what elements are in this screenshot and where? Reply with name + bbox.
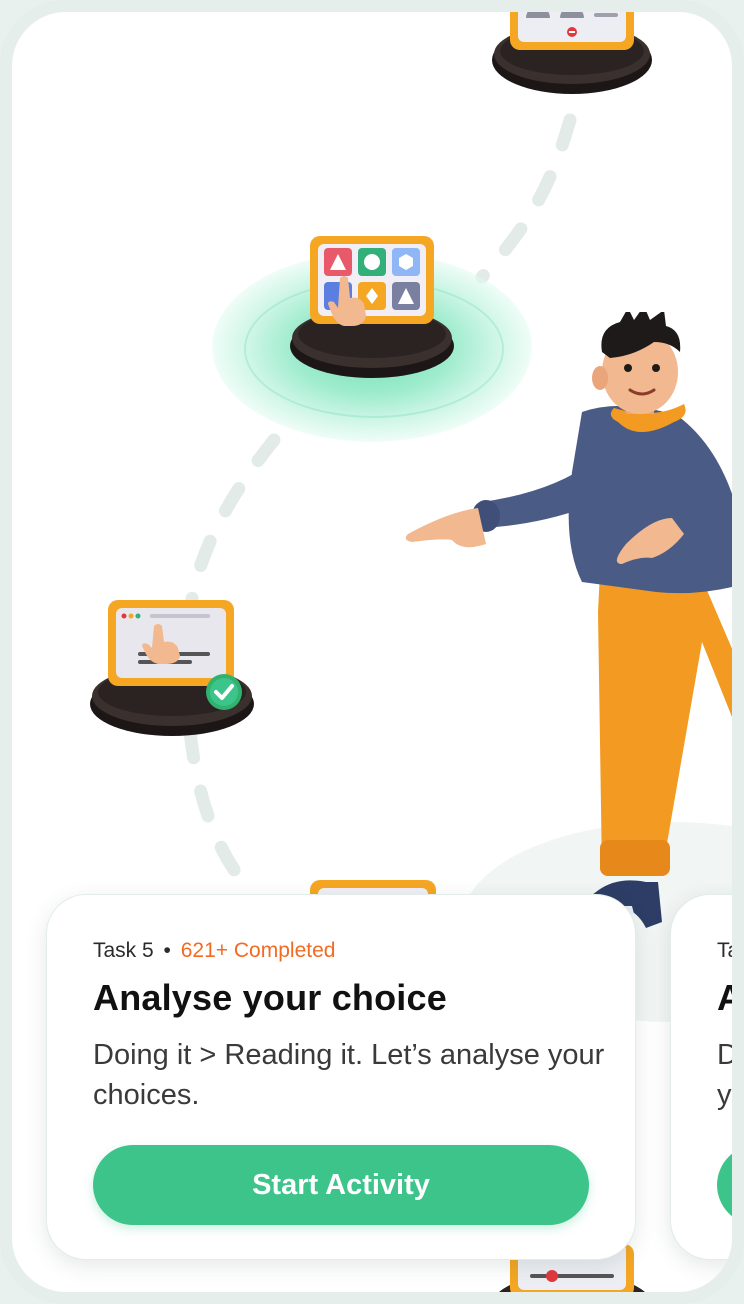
meta-separator: • — [163, 939, 171, 962]
task-description: Doing it > Reading it. Let’s analyse you… — [93, 1039, 605, 1111]
next-task-card[interactable]: Ta A D y — [670, 894, 732, 1260]
waving-guide-character — [382, 306, 732, 952]
phone-frame: Task 5 • 621+ Completed Analyse your cho… — [0, 0, 744, 1304]
task-meta: Task 5 • 621+ Completed — [93, 939, 335, 963]
screen: Task 5 • 621+ Completed Analyse your cho… — [12, 12, 732, 1292]
character-illustration — [405, 306, 732, 928]
completed-task-node[interactable] — [90, 598, 258, 748]
next-start-activity-button[interactable] — [717, 1145, 732, 1225]
completed-count: 621+ Completed — [180, 939, 336, 962]
task-title: Analyse your choice — [93, 977, 447, 1018]
upcoming-task-node-top[interactable] — [490, 12, 654, 96]
task-number: Task 5 — [93, 939, 154, 962]
next-task-description: D y — [717, 1035, 732, 1115]
next-task-number: Ta — [717, 939, 732, 962]
task-card[interactable]: Task 5 • 621+ Completed Analyse your cho… — [46, 894, 636, 1260]
next-task-title: A — [717, 977, 732, 1018]
mobile-gallery-icon — [492, 12, 652, 94]
next-task-description-line2: y — [717, 1079, 732, 1111]
start-activity-button[interactable]: Start Activity — [93, 1145, 589, 1225]
next-task-description-line1: D — [717, 1039, 732, 1071]
browser-tap-icon — [90, 600, 254, 736]
